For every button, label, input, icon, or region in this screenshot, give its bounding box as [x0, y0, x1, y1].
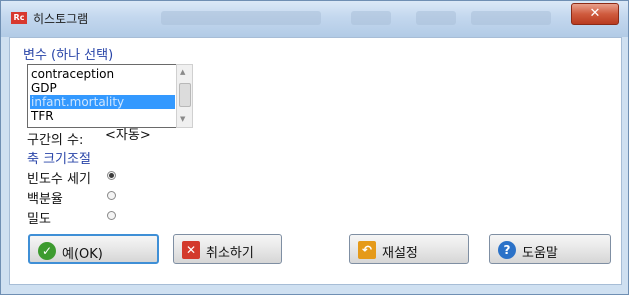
cancel-button[interactable]: ✕ 취소하기: [173, 234, 282, 264]
x-square-icon: ✕: [182, 241, 200, 259]
histogram-dialog: Rc 히스토그램 ✕ 변수 (하나 선택) contraception GDP …: [0, 0, 629, 295]
bins-label: 구간의 수:: [27, 133, 84, 148]
scroll-down-icon[interactable]: ▼: [180, 115, 185, 123]
title-bar-blur: [161, 11, 321, 25]
reset-button[interactable]: ↶ 재설정: [349, 234, 469, 264]
undo-arrow-icon: ↶: [358, 241, 376, 259]
scroll-up-icon[interactable]: ▲: [180, 68, 185, 76]
list-item[interactable]: contraception: [30, 67, 175, 81]
listbox-scrollbar[interactable]: ▲ ▼: [176, 64, 193, 128]
app-icon: Rc: [11, 12, 27, 24]
ok-button[interactable]: ✓ 예(OK): [28, 234, 159, 264]
bins-input[interactable]: <자동>: [105, 128, 163, 144]
option-density-label: 밀도: [27, 212, 51, 227]
option-percent-label: 백분율: [27, 192, 63, 207]
close-button[interactable]: ✕: [571, 3, 619, 25]
help-button-label: 도움말: [522, 246, 558, 261]
scroll-thumb[interactable]: [179, 83, 191, 107]
option-frequency-label: 빈도수 세기: [27, 172, 91, 187]
reset-button-label: 재설정: [382, 246, 418, 261]
title-bar-blur: [471, 11, 551, 25]
variable-label: 변수 (하나 선택): [23, 48, 114, 63]
option-percent-radio[interactable]: [107, 191, 116, 200]
window-title: 히스토그램: [33, 12, 89, 26]
variable-listbox[interactable]: contraception GDP infant.mortality TFR: [27, 64, 177, 128]
title-bar-blur: [416, 11, 456, 25]
title-bar[interactable]: Rc 히스토그램 ✕: [1, 1, 628, 37]
question-circle-icon: ?: [498, 241, 516, 259]
list-item-selected[interactable]: infant.mortality: [30, 95, 175, 109]
option-density-radio[interactable]: [107, 211, 116, 220]
option-frequency-radio[interactable]: [107, 171, 116, 180]
title-bar-blur: [351, 11, 391, 25]
cancel-button-label: 취소하기: [206, 246, 254, 261]
help-button[interactable]: ? 도움말: [489, 234, 611, 264]
ok-button-label: 예(OK): [62, 247, 103, 262]
check-circle-icon: ✓: [38, 242, 56, 260]
list-item[interactable]: TFR: [30, 109, 175, 123]
list-item[interactable]: GDP: [30, 81, 175, 95]
scale-label: 축 크기조절: [27, 152, 91, 167]
